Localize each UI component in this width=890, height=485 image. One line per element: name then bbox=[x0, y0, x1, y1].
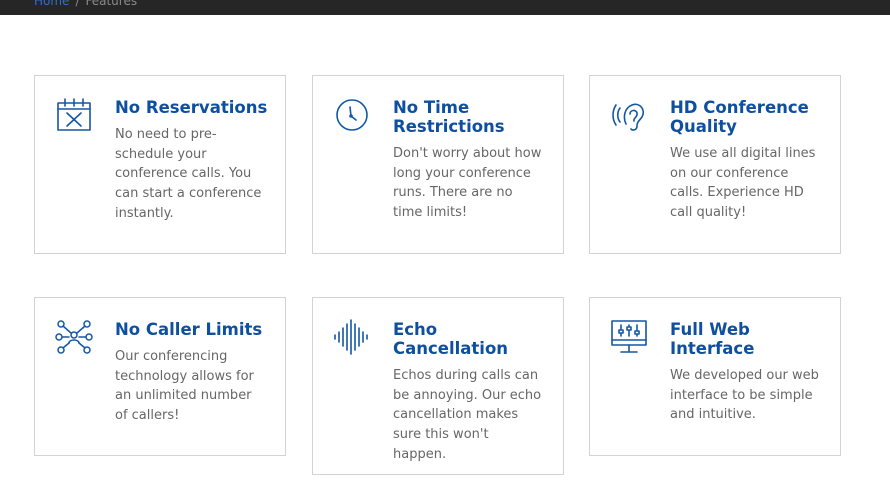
feature-description: We use all digital lines on our conferen… bbox=[670, 146, 816, 221]
network-people-icon bbox=[55, 318, 93, 356]
feature-description: Our conferencing technology allows for a… bbox=[115, 349, 254, 424]
feature-title: Full Web Interface bbox=[670, 320, 755, 358]
breadcrumb-current: Features bbox=[85, 0, 138, 8]
feature-card-no-time-restrictions: No Time Restrictions Don't worry about h… bbox=[312, 75, 564, 254]
feature-title: Echo Cancellation bbox=[393, 320, 509, 358]
calendar-x-icon bbox=[55, 96, 93, 134]
feature-description: Echos during calls can be annoying. Our … bbox=[393, 368, 542, 462]
feature-card-no-reservations: No Reservations No need to pre-schedule … bbox=[34, 75, 286, 254]
feature-title: HD Conference Quality bbox=[670, 98, 809, 136]
feature-card-no-caller-limits: No Caller Limits Our conferencing techno… bbox=[34, 297, 286, 456]
breadcrumb-separator: / bbox=[75, 0, 80, 8]
feature-title: No Reservations bbox=[115, 98, 268, 117]
top-bar: Home / Features bbox=[0, 0, 890, 15]
feature-title: No Caller Limits bbox=[115, 320, 263, 339]
feature-description: No need to pre-schedule your conference … bbox=[115, 127, 262, 221]
feature-description: Don't worry about how long your conferen… bbox=[393, 146, 542, 221]
breadcrumb: Home / Features bbox=[34, 0, 137, 8]
hearing-ear-icon bbox=[610, 96, 648, 134]
feature-card-full-web-interface: Full Web Interface We developed our web … bbox=[589, 297, 841, 456]
feature-card-echo-cancellation: Echo Cancellation Echos during calls can… bbox=[312, 297, 564, 475]
sound-wave-icon bbox=[333, 318, 371, 356]
monitor-sliders-icon bbox=[610, 318, 648, 356]
breadcrumb-home-link[interactable]: Home bbox=[34, 0, 69, 8]
feature-description: We developed our web interface to be sim… bbox=[670, 368, 819, 423]
clock-icon bbox=[333, 96, 371, 134]
feature-card-hd-conference-quality: HD Conference Quality We use all digital… bbox=[589, 75, 841, 254]
feature-title: No Time Restrictions bbox=[393, 98, 505, 136]
